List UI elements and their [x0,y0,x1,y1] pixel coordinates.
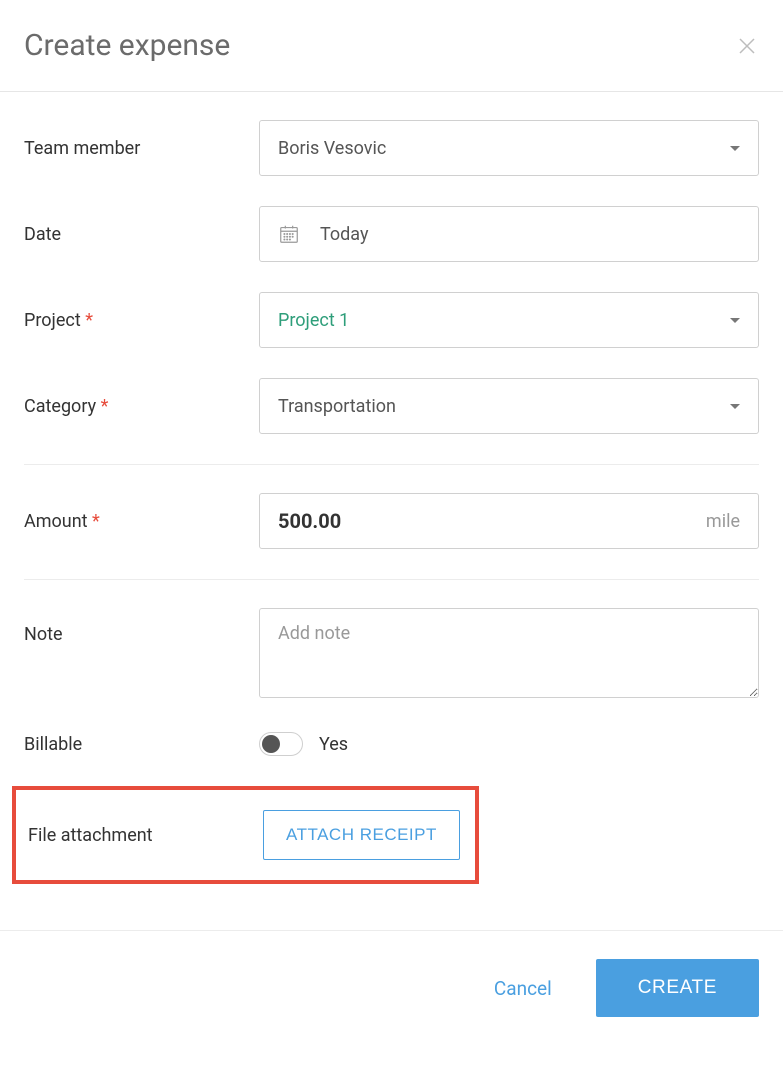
project-value: Project 1 [278,310,349,331]
toggle-knob [262,735,280,753]
dialog-title: Create expense [24,28,230,63]
billable-value-label: Yes [319,734,348,755]
category-value: Transportation [278,396,396,417]
category-label: Category * [24,396,259,417]
amount-input[interactable]: 500.00 mile [259,493,759,549]
team-member-label: Team member [24,138,259,159]
divider [24,579,759,580]
required-marker: * [92,511,100,532]
note-textarea[interactable] [259,608,759,698]
date-value: Today [320,224,368,245]
file-attachment-label: File attachment [20,825,263,846]
create-button[interactable]: CREATE [596,959,759,1017]
billable-label: Billable [24,734,259,755]
amount-label: Amount * [24,511,259,532]
note-label: Note [24,608,259,645]
cancel-button[interactable]: Cancel [494,977,552,1000]
chevron-down-icon [730,404,740,409]
file-attachment-highlight: File attachment ATTACH RECEIPT [12,786,479,884]
billable-toggle[interactable] [259,732,303,756]
date-label: Date [24,224,259,245]
date-input[interactable]: Today [259,206,759,262]
amount-unit: mile [706,511,740,532]
chevron-down-icon [730,146,740,151]
required-marker: * [85,310,93,331]
chevron-down-icon [730,318,740,323]
team-member-value: Boris Vesovic [278,138,386,159]
attach-receipt-button[interactable]: ATTACH RECEIPT [263,810,460,860]
close-icon[interactable] [735,34,759,58]
required-marker: * [101,396,109,417]
team-member-dropdown[interactable]: Boris Vesovic [259,120,759,176]
divider [24,464,759,465]
calendar-icon [278,223,300,245]
amount-value: 500.00 [278,509,341,533]
project-dropdown[interactable]: Project 1 [259,292,759,348]
category-dropdown[interactable]: Transportation [259,378,759,434]
project-label: Project * [24,310,259,331]
